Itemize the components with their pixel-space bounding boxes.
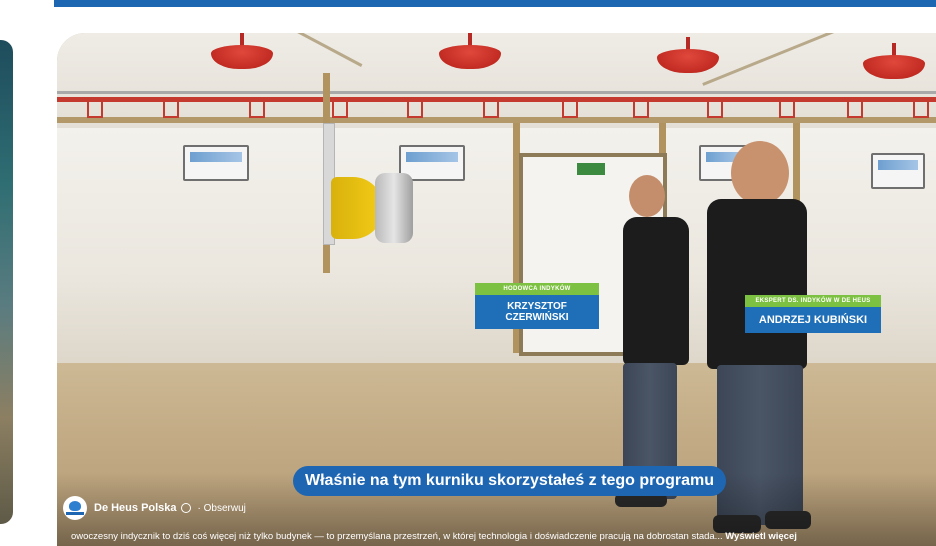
channel-info: De Heus Polska · Obserwuj [63,496,246,520]
air-inlet [871,153,925,189]
label-role: EKSPERT DS. INDYKÓW W DE HEUS [745,295,881,307]
top-accent-bar [54,0,936,7]
drinker-nipple [163,102,179,118]
ventilation-fan [323,123,413,245]
drinker-nipple [707,102,723,118]
exit-sign [577,163,605,175]
drinker-nipple [633,102,649,118]
previous-post-thumbnail[interactable] [0,40,13,524]
channel-avatar[interactable] [63,496,87,520]
drinker-nipple [87,102,103,118]
video-player[interactable]: HODOWCA INDYKÓW KRZYSZTOF CZERWIŃSKI EKS… [57,33,936,546]
follow-button[interactable]: · Obserwuj [198,503,246,514]
ceiling-lamp [657,37,719,73]
ceiling-lamp [439,33,501,69]
verified-icon [180,503,191,513]
drinker-nipple [847,102,863,118]
drinker-nipple [562,102,578,118]
drinker-nipple [249,102,265,118]
channel-name[interactable]: De Heus Polska [94,502,177,514]
label-name: ANDRZEJ KUBIŃSKI [745,307,881,333]
post-description: owoczesny indycznik to dziś coś więcej n… [57,527,936,546]
label-role: HODOWCA INDYKÓW [475,283,599,295]
drinker-nipple [332,102,348,118]
drinker-nipple [779,102,795,118]
label-name: KRZYSZTOF CZERWIŃSKI [475,295,599,329]
drinker-nipple [407,102,423,118]
description-text: owoczesny indycznik to dziś coś więcej n… [71,531,723,542]
name-label-left: HODOWCA INDYKÓW KRZYSZTOF CZERWIŃSKI [475,283,599,329]
drinker-nipple [913,102,929,118]
ceiling-lamp [863,43,925,79]
show-more-link[interactable]: Wyświetl więcej [725,531,797,542]
water-line [57,91,936,94]
air-inlet [183,145,249,181]
drinker-nipple [483,102,499,118]
ceiling-lamp [211,33,273,69]
video-caption: Właśnie na tym kurniku skorzystałeś z te… [293,466,726,496]
name-label-right: EKSPERT DS. INDYKÓW W DE HEUS ANDRZEJ KU… [745,295,881,333]
